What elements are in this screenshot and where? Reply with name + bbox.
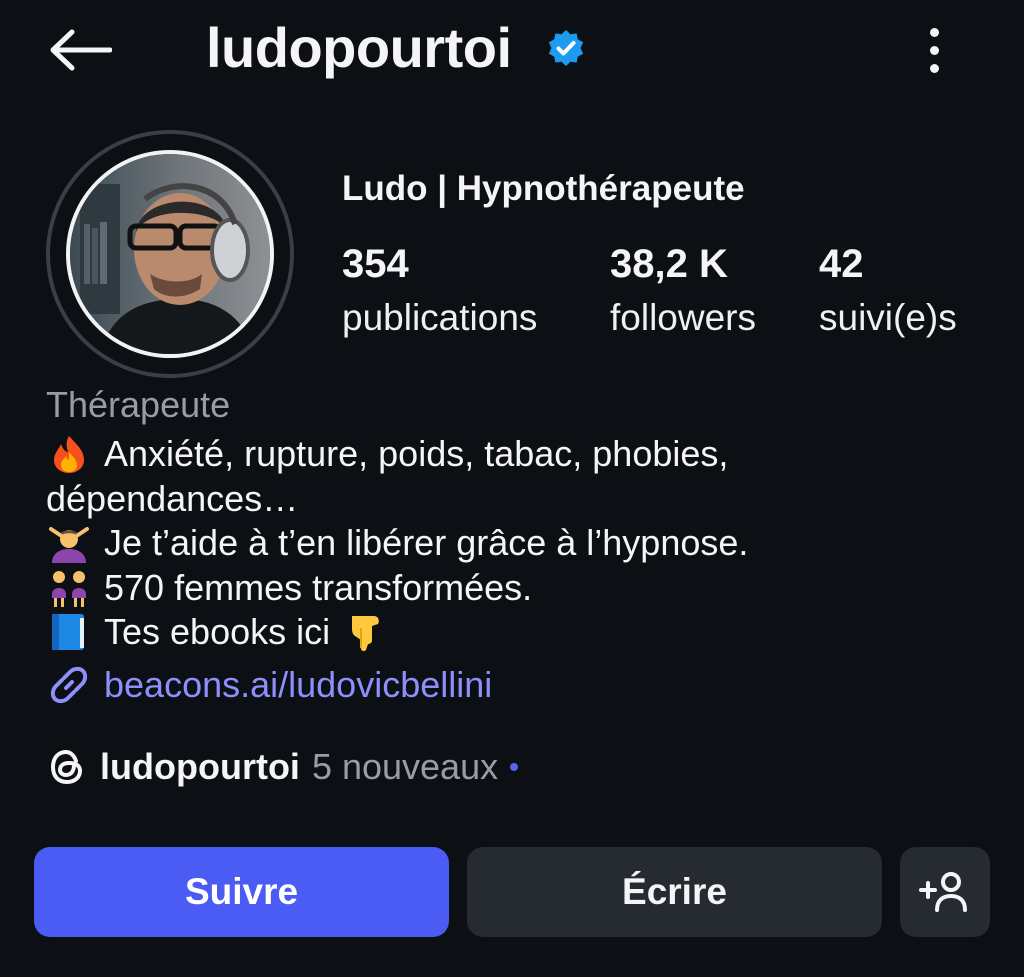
stat-label: publications	[342, 297, 538, 338]
bio-line-text: dépendances…	[46, 477, 299, 519]
bio-line: Je t’aide à t’en libérer grâce à l’hypno…	[46, 521, 986, 566]
bio-link-text[interactable]: beacons.ai/ludovicbellini	[104, 664, 492, 706]
back-button[interactable]	[44, 22, 116, 78]
stat-value: 354	[342, 242, 409, 286]
bio-line-text: 570 femmes transformées.	[104, 566, 533, 608]
bio-line-text: Je t’aide à t’en libérer grâce à l’hypno…	[104, 522, 749, 563]
new-indicator-dot	[510, 763, 519, 771]
stat-publications[interactable]: 354 publications	[342, 238, 537, 346]
verified-badge-icon	[546, 28, 586, 68]
display-name: Ludo | Hypnothérapeute	[342, 169, 745, 208]
bio-line: Tes ebooks ici	[46, 610, 986, 655]
avatar[interactable]	[46, 130, 294, 378]
fire-emoji	[54, 436, 84, 474]
arrow-left-icon	[50, 29, 112, 71]
threads-username: ludopourtoi	[100, 746, 300, 787]
bio-line-text: Anxiété, rupture, poids, tabac, phobies,	[104, 433, 729, 474]
stat-label: suivi(e)s	[819, 297, 957, 338]
link-icon	[50, 666, 88, 704]
blue-book-emoji	[52, 614, 84, 651]
woman-getting-massage-emoji	[49, 527, 89, 564]
profile-photo	[66, 150, 274, 358]
add-person-icon	[919, 872, 967, 912]
bio-line: dépendances…	[46, 477, 986, 522]
bio-text: Anxiété, rupture, poids, tabac, phobies,…	[46, 432, 986, 655]
bio-line-text: Tes ebooks ici	[104, 611, 331, 652]
profile-category: Thérapeute	[46, 384, 231, 425]
follow-button[interactable]: Suivre	[34, 847, 449, 937]
vertical-dots-icon	[929, 27, 939, 37]
bio-line: 570 femmes transformées.	[46, 566, 986, 611]
page-title: ludopourtoi	[206, 16, 512, 79]
add-user-button[interactable]	[900, 847, 990, 937]
stat-value: 38,2 K	[610, 242, 728, 286]
threads-new-count: 5 nouveaux	[311, 746, 499, 787]
stat-following[interactable]: 42 suivi(e)s	[819, 238, 957, 346]
bio-line: Anxiété, rupture, poids, tabac, phobies,	[46, 432, 986, 477]
stat-value: 42	[819, 242, 864, 286]
stat-followers[interactable]: 38,2 K followers	[610, 238, 756, 346]
bio-link[interactable]: beacons.ai/ludovicbellini	[46, 660, 492, 710]
backhand-index-pointing-down-emoji	[352, 616, 379, 652]
more-options-button[interactable]	[910, 20, 958, 80]
stat-label: followers	[610, 297, 756, 338]
threads-icon	[50, 749, 83, 785]
message-button[interactable]: Écrire	[467, 847, 882, 937]
threads-badge[interactable]: ludopourtoi 5 nouveaux	[46, 740, 519, 794]
two-women-emoji	[52, 570, 86, 607]
